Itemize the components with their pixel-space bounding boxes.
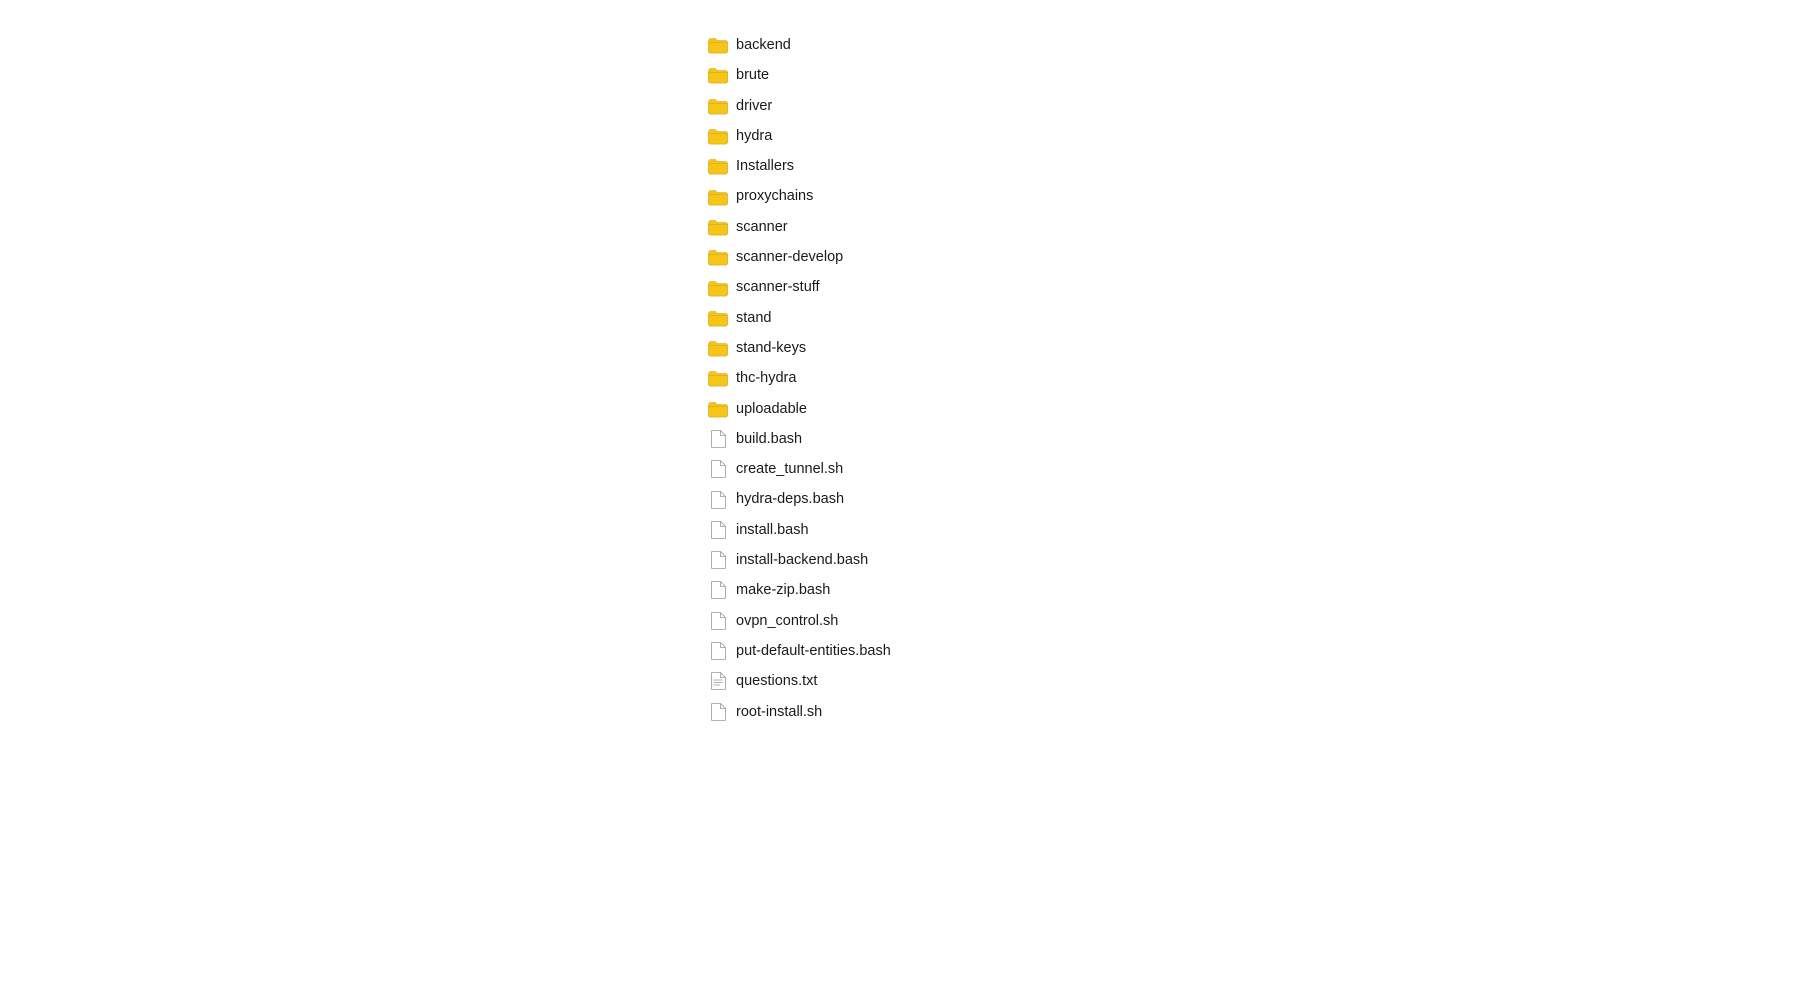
folder-icon bbox=[708, 127, 728, 145]
file-name-label: build.bash bbox=[736, 429, 802, 449]
file-name-label: make-zip.bash bbox=[736, 580, 830, 600]
file-name-label: ovpn_control.sh bbox=[736, 611, 838, 631]
folder-icon bbox=[708, 97, 728, 115]
file-name-label: thc-hydra bbox=[736, 368, 796, 388]
list-item[interactable]: proxychains bbox=[700, 181, 1100, 211]
folder-icon bbox=[708, 66, 728, 84]
file-icon bbox=[708, 612, 728, 630]
file-icon bbox=[708, 703, 728, 721]
list-item[interactable]: install-backend.bash bbox=[700, 545, 1100, 575]
list-item[interactable]: install.bash bbox=[700, 515, 1100, 545]
file-name-label: Installers bbox=[736, 156, 794, 176]
list-item[interactable]: backend bbox=[700, 30, 1100, 60]
file-name-label: scanner bbox=[736, 217, 788, 237]
list-item[interactable]: scanner-develop bbox=[700, 242, 1100, 272]
file-name-label: hydra bbox=[736, 126, 772, 146]
folder-icon bbox=[708, 188, 728, 206]
folder-icon bbox=[708, 369, 728, 387]
list-item[interactable]: uploadable bbox=[700, 394, 1100, 424]
file-name-label: stand bbox=[736, 308, 771, 328]
file-name-label: create_tunnel.sh bbox=[736, 459, 843, 479]
file-name-label: stand-keys bbox=[736, 338, 806, 358]
file-name-label: backend bbox=[736, 35, 791, 55]
file-name-label: brute bbox=[736, 65, 769, 85]
file-name-label: proxychains bbox=[736, 186, 813, 206]
folder-icon bbox=[708, 218, 728, 236]
file-name-label: put-default-entities.bash bbox=[736, 641, 891, 661]
file-name-label: scanner-stuff bbox=[736, 277, 820, 297]
folder-icon bbox=[708, 309, 728, 327]
folder-icon bbox=[708, 400, 728, 418]
list-item[interactable]: questions.txt bbox=[700, 666, 1100, 696]
folder-icon bbox=[708, 339, 728, 357]
file-name-label: install-backend.bash bbox=[736, 550, 868, 570]
file-name-label: install.bash bbox=[736, 520, 809, 540]
file-icon bbox=[708, 642, 728, 660]
file-name-label: hydra-deps.bash bbox=[736, 489, 844, 509]
list-item[interactable]: stand bbox=[700, 303, 1100, 333]
file-icon bbox=[708, 460, 728, 478]
file-name-label: questions.txt bbox=[736, 671, 817, 691]
file-name-label: scanner-develop bbox=[736, 247, 843, 267]
list-item[interactable]: driver bbox=[700, 91, 1100, 121]
file-icon bbox=[708, 581, 728, 599]
file-icon bbox=[708, 430, 728, 448]
list-item[interactable]: thc-hydra bbox=[700, 363, 1100, 393]
list-item[interactable]: create_tunnel.sh bbox=[700, 454, 1100, 484]
file-icon bbox=[708, 521, 728, 539]
folder-icon bbox=[708, 36, 728, 54]
list-item[interactable]: put-default-entities.bash bbox=[700, 636, 1100, 666]
list-item[interactable]: Installers bbox=[700, 151, 1100, 181]
file-icon bbox=[708, 551, 728, 569]
list-item[interactable]: hydra-deps.bash bbox=[700, 484, 1100, 514]
file-icon bbox=[708, 491, 728, 509]
file-name-label: uploadable bbox=[736, 399, 807, 419]
folder-icon bbox=[708, 279, 728, 297]
list-item[interactable]: hydra bbox=[700, 121, 1100, 151]
file-list: backend brute driver hydra Installers pr… bbox=[700, 20, 1100, 737]
list-item[interactable]: ovpn_control.sh bbox=[700, 606, 1100, 636]
file-name-label: driver bbox=[736, 96, 772, 116]
list-item[interactable]: make-zip.bash bbox=[700, 575, 1100, 605]
txt-file-icon bbox=[708, 672, 728, 690]
list-item[interactable]: build.bash bbox=[700, 424, 1100, 454]
file-name-label: root-install.sh bbox=[736, 702, 822, 722]
folder-icon bbox=[708, 157, 728, 175]
list-item[interactable]: root-install.sh bbox=[700, 697, 1100, 727]
list-item[interactable]: scanner bbox=[700, 212, 1100, 242]
folder-icon bbox=[708, 248, 728, 266]
list-item[interactable]: stand-keys bbox=[700, 333, 1100, 363]
list-item[interactable]: brute bbox=[700, 60, 1100, 90]
list-item[interactable]: scanner-stuff bbox=[700, 272, 1100, 302]
